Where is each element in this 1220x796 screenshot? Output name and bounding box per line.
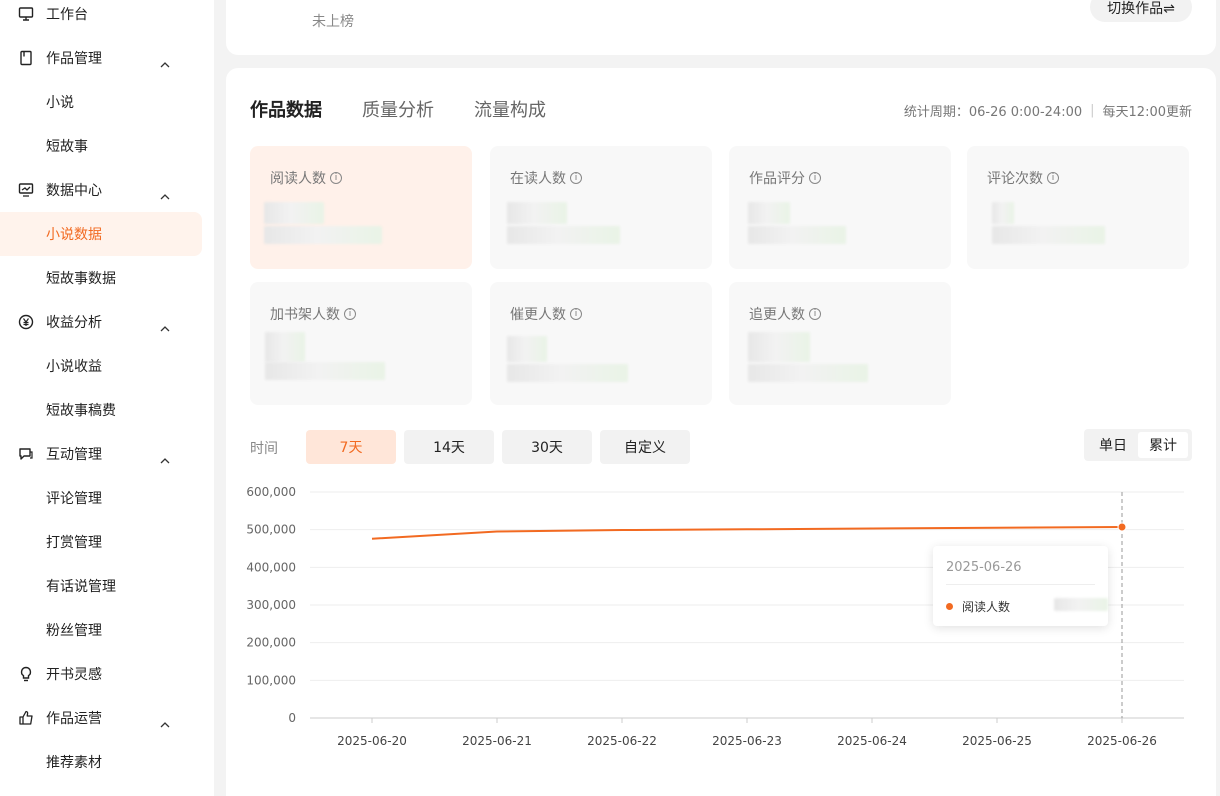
sidebar-item-label: 开书灵感 — [46, 667, 102, 683]
tooltip-blurred-value — [1054, 598, 1108, 611]
sidebar-item-label: 互动管理 — [46, 447, 102, 463]
sidebar-item-10[interactable]: 互动管理 — [0, 432, 202, 476]
sidebar-item-14[interactable]: 粉丝管理 — [0, 608, 202, 652]
monitor-icon — [17, 5, 35, 23]
x-tick-label: 2025-06-24 — [837, 734, 907, 748]
series-line-readers — [371, 526, 1123, 540]
sidebar-item-label: 小说 — [46, 95, 74, 111]
sidebar-item-16[interactable]: 作品运营 — [0, 696, 202, 740]
x-tick-label: 2025-06-26 — [1087, 734, 1157, 748]
sidebar-item-label: 推荐素材 — [46, 755, 102, 771]
sidebar-item-label: 短故事 — [46, 139, 88, 155]
sidebar-item-4[interactable]: 数据中心 — [0, 168, 202, 212]
y-tick-label: 0 — [288, 711, 296, 725]
sidebar-item-2[interactable]: 小说 — [0, 80, 202, 124]
x-tick-label: 2025-06-21 — [462, 734, 532, 748]
tooltip-divider — [946, 584, 1095, 585]
sidebar-item-label: 评论管理 — [46, 491, 102, 507]
sidebar-item-label: 收益分析 — [46, 315, 102, 331]
sidebar-item-6[interactable]: 短故事数据 — [0, 256, 202, 300]
chat-icon — [17, 445, 35, 463]
sidebar-item-label: 有话说管理 — [46, 579, 116, 595]
series-point-highlight — [1117, 522, 1127, 532]
chart-tooltip: 2025-06-26 阅读人数 — [933, 546, 1108, 626]
tooltip-series-name: 阅读人数 — [962, 600, 1011, 614]
tooltip-series-dot — [946, 603, 953, 610]
rank-status: 未上榜 — [312, 14, 354, 30]
y-tick-label: 600,000 — [246, 485, 296, 499]
sidebar-item-15[interactable]: 开书灵感 — [0, 652, 202, 696]
sidebar-item-3[interactable]: 短故事 — [0, 124, 202, 168]
x-tick-label: 2025-06-25 — [962, 734, 1032, 748]
switch-work-button[interactable]: 切换作品⇌ — [1090, 0, 1192, 22]
chart-monitor-icon — [17, 181, 35, 199]
sidebar-item-label: 打赏管理 — [46, 535, 102, 551]
sidebar-item-9[interactable]: 短故事稿费 — [0, 388, 202, 432]
y-tick-label: 300,000 — [246, 598, 296, 612]
sidebar: 工作台作品管理小说短故事数据中心小说数据短故事数据收益分析小说收益短故事稿费互动… — [0, 0, 214, 796]
y-tick-label: 200,000 — [246, 636, 296, 650]
sidebar-item-11[interactable]: 评论管理 — [0, 476, 202, 520]
sidebar-item-8[interactable]: 小说收益 — [0, 344, 202, 388]
x-tick-label: 2025-06-20 — [337, 734, 407, 748]
y-tick-label: 400,000 — [246, 560, 296, 574]
x-tick-label: 2025-06-22 — [587, 734, 657, 748]
thumb-icon — [17, 709, 35, 727]
sidebar-item-1[interactable]: 作品管理 — [0, 36, 202, 80]
sidebar-item-13[interactable]: 有话说管理 — [0, 564, 202, 608]
sidebar-item-17[interactable]: 推荐素材 — [0, 740, 202, 784]
sidebar-item-label: 粉丝管理 — [46, 623, 102, 639]
sidebar-item-label: 短故事稿费 — [46, 403, 116, 419]
sidebar-item-label: 作品运营 — [46, 711, 102, 727]
sidebar-item-5[interactable]: 小说数据 — [0, 212, 202, 256]
sidebar-item-0[interactable]: 工作台 — [0, 0, 202, 36]
data-card: 作品数据 质量分析 流量构成 统计周期：06-26 0:00-24:00 | 每… — [226, 68, 1216, 796]
sidebar-item-label: 短故事数据 — [46, 271, 116, 287]
x-tick-label: 2025-06-23 — [712, 734, 782, 748]
readers-line-chart[interactable]: 0 100,000 200,000 300,000 400,000 500,000 600,… — [226, 68, 1216, 768]
y-tick-label: 500,000 — [246, 523, 296, 537]
sidebar-item-label: 小说数据 — [46, 227, 102, 243]
yen-icon — [17, 313, 35, 331]
sidebar-item-label: 工作台 — [46, 7, 88, 23]
sidebar-item-label: 作品管理 — [46, 51, 102, 67]
sidebar-item-label: 小说收益 — [46, 359, 102, 375]
sidebar-item-12[interactable]: 打赏管理 — [0, 520, 202, 564]
bulb-icon — [17, 665, 35, 683]
sidebar-item-7[interactable]: 收益分析 — [0, 300, 202, 344]
sidebar-item-label: 数据中心 — [46, 183, 102, 199]
tooltip-date: 2025-06-26 — [946, 560, 1022, 575]
work-info-card: 未上榜 切换作品⇌ — [226, 0, 1216, 55]
book-icon — [17, 49, 35, 67]
y-tick-label: 100,000 — [246, 673, 296, 687]
